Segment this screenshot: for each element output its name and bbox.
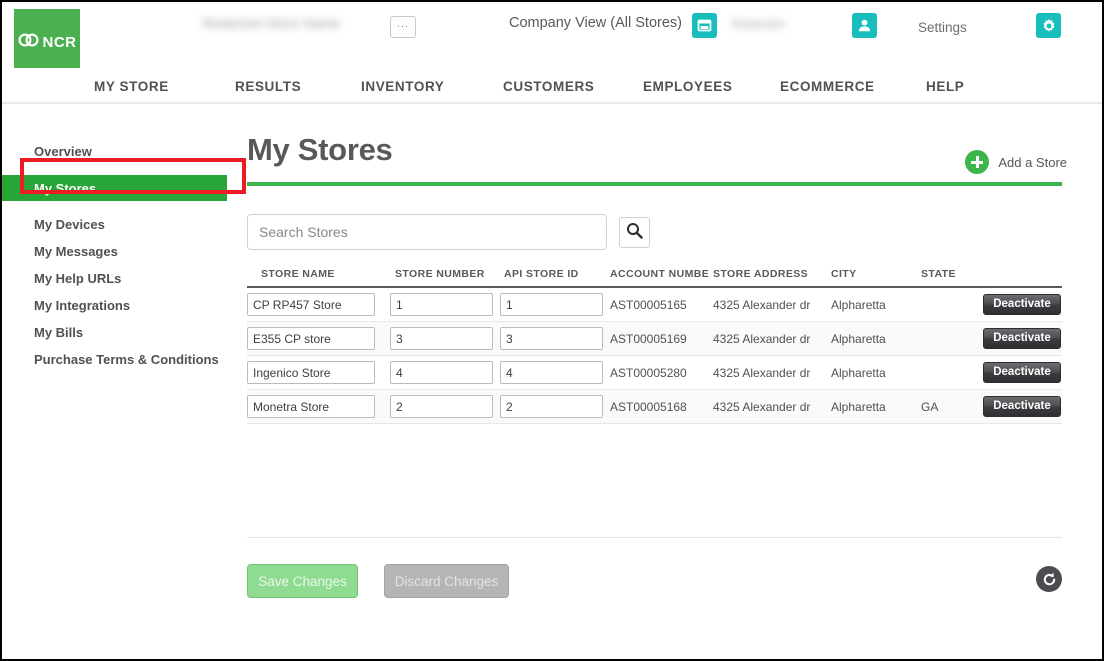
column-header-city: CITY: [831, 268, 921, 288]
table-row: AST00005165 4325 Alexander dr Alpharetta…: [247, 287, 1062, 322]
add-store-button[interactable]: Add a Store: [965, 150, 1067, 174]
add-store-label: Add a Store: [998, 154, 1067, 170]
account-number-cell: AST00005280: [610, 355, 713, 390]
sidebar-item-purchase-terms[interactable]: Purchase Terms & Conditions: [2, 346, 242, 373]
search-icon: [626, 222, 643, 242]
city-cell: Alpharetta: [831, 355, 921, 390]
deactivate-button[interactable]: Deactivate: [983, 396, 1061, 417]
store-number-field[interactable]: [390, 293, 493, 316]
city-cell: Alpharetta: [831, 321, 921, 356]
deactivate-button[interactable]: Deactivate: [983, 362, 1061, 383]
nav-item-results[interactable]: RESULTS: [235, 79, 361, 94]
plus-circle-icon: [965, 150, 990, 174]
app-header: NCR Redacted Store Name ... Company View…: [2, 2, 1102, 75]
table-row: AST00005280 4325 Alexander dr Alpharetta…: [247, 355, 1062, 390]
state-cell: GA: [921, 389, 983, 424]
table-row: AST00005169 4325 Alexander dr Alpharetta…: [247, 321, 1062, 356]
sidebar-item-overview[interactable]: Overview: [2, 138, 242, 165]
store-name-field[interactable]: [247, 293, 375, 316]
nav-item-customers[interactable]: CUSTOMERS: [503, 79, 643, 94]
api-store-id-field[interactable]: [500, 361, 603, 384]
api-store-id-field[interactable]: [500, 395, 603, 418]
company-view-label: Company View (All Stores): [509, 15, 682, 31]
deactivate-button[interactable]: Deactivate: [983, 328, 1061, 349]
account-number-cell: AST00005169: [610, 321, 713, 356]
nav-item-help[interactable]: HELP: [926, 79, 964, 94]
column-header-account-number: ACCOUNT NUMBE: [610, 268, 713, 288]
search-button[interactable]: [619, 216, 650, 248]
person-icon[interactable]: [852, 13, 877, 38]
account-number-cell: AST00005165: [610, 287, 713, 322]
discard-changes-button[interactable]: Discard Changes: [384, 564, 509, 598]
store-address-cell: 4325 Alexander dr: [713, 355, 831, 390]
search-row: [247, 214, 1067, 250]
store-name-field[interactable]: [247, 327, 375, 350]
more-options-button[interactable]: ...: [390, 16, 416, 38]
api-store-id-field[interactable]: [500, 293, 603, 316]
main-navigation: MY STORE RESULTS INVENTORY CUSTOMERS EMP…: [2, 68, 1102, 104]
store-name-field[interactable]: [247, 395, 375, 418]
account-number-cell: AST00005168: [610, 389, 713, 424]
store-name-field[interactable]: [247, 361, 375, 384]
nav-item-inventory[interactable]: INVENTORY: [361, 79, 503, 94]
gear-icon[interactable]: [1036, 13, 1061, 38]
nav-item-ecommerce[interactable]: ECOMMERCE: [780, 79, 926, 94]
store-number-field[interactable]: [390, 395, 493, 418]
search-input[interactable]: [247, 214, 607, 250]
form-actions: Save Changes Discard Changes: [247, 564, 1062, 598]
table-body: AST00005165 4325 Alexander dr Alpharetta…: [247, 287, 1062, 424]
nav-item-employees[interactable]: EMPLOYEES: [643, 79, 780, 94]
table-row: AST00005168 4325 Alexander dr Alpharetta…: [247, 389, 1062, 424]
store-number-field[interactable]: [390, 361, 493, 384]
state-cell: [921, 355, 983, 390]
sidebar-item-my-messages[interactable]: My Messages: [2, 238, 242, 265]
store-address-cell: 4325 Alexander dr: [713, 321, 831, 356]
redacted-company-name: Redacted Store Name: [202, 15, 341, 31]
nav-item-my-store[interactable]: MY STORE: [94, 79, 235, 94]
ncr-logo-text: NCR: [42, 33, 77, 51]
state-cell: [921, 321, 983, 356]
column-header-store-name: STORE NAME: [247, 268, 390, 288]
sidebar-item-my-integrations[interactable]: My Integrations: [2, 292, 242, 319]
ncr-logo[interactable]: NCR: [14, 9, 80, 75]
store-address-cell: 4325 Alexander dr: [713, 389, 831, 424]
city-cell: Alpharetta: [831, 389, 921, 424]
city-cell: Alpharetta: [831, 287, 921, 322]
store-icon[interactable]: [692, 13, 717, 38]
main-panel: My Stores Add a Store Search Stores STOR…: [247, 106, 1067, 598]
redacted-user-name: Redacted: [732, 17, 784, 31]
refresh-icon[interactable]: [1036, 566, 1062, 592]
sidebar-item-my-stores[interactable]: My Stores: [2, 175, 227, 201]
deactivate-button[interactable]: Deactivate: [983, 294, 1061, 315]
settings-label[interactable]: Settings: [918, 20, 967, 35]
table-header: STORE NAME STORE NUMBER API STORE ID ACC…: [247, 268, 1062, 288]
save-changes-button[interactable]: Save Changes: [247, 564, 358, 598]
column-header-store-address: STORE ADDRESS: [713, 268, 831, 288]
sidebar-item-my-help-urls[interactable]: My Help URLs: [2, 265, 242, 292]
application-window: NCR Redacted Store Name ... Company View…: [0, 0, 1104, 661]
stores-table: STORE NAME STORE NUMBER API STORE ID ACC…: [247, 268, 1062, 424]
column-header-state: STATE: [921, 268, 983, 288]
column-header-api-store-id: API STORE ID: [500, 268, 610, 288]
column-header-actions: [983, 268, 1062, 288]
title-divider: [247, 182, 1062, 186]
store-address-cell: 4325 Alexander dr: [713, 287, 831, 322]
sidebar-item-my-bills[interactable]: My Bills: [2, 319, 242, 346]
column-header-store-number: STORE NUMBER: [390, 268, 500, 288]
page-title: My Stores: [247, 132, 393, 167]
state-cell: [921, 287, 983, 322]
store-number-field[interactable]: [390, 327, 493, 350]
ncr-infinity-logo-icon: [17, 32, 40, 52]
api-store-id-field[interactable]: [500, 327, 603, 350]
stores-table-container: STORE NAME STORE NUMBER API STORE ID ACC…: [247, 268, 1062, 538]
sidebar-navigation: Overview My Stores My Devices My Message…: [2, 106, 246, 373]
sidebar-item-my-devices[interactable]: My Devices: [2, 211, 242, 238]
page-content: Overview My Stores My Devices My Message…: [2, 106, 1102, 659]
table-header-row: STORE NAME STORE NUMBER API STORE ID ACC…: [247, 268, 1062, 288]
table-footer-divider: [247, 537, 1062, 538]
